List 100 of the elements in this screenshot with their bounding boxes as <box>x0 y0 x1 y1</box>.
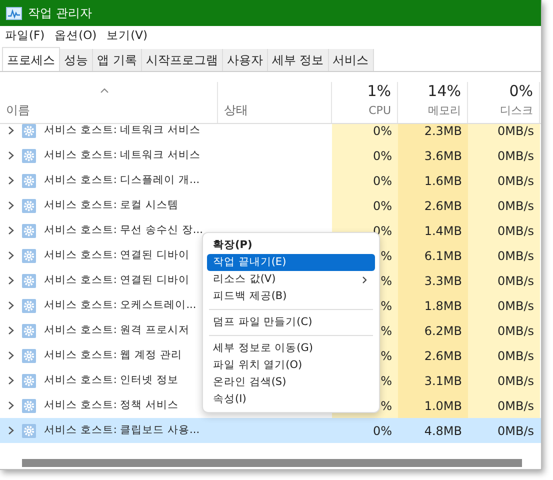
table-cell-text: 0MB/s <box>497 248 534 264</box>
chevron-right-icon[interactable] <box>8 326 14 335</box>
gear-icon <box>22 248 36 262</box>
process-row[interactable]: 서비스 호스트: 네트워크 서비스 0% 2.3MB 0MB/s <box>0 124 541 143</box>
chevron-right-icon[interactable] <box>8 251 14 260</box>
tab[interactable]: 세부 정보 <box>268 49 329 71</box>
table-cell-text: % <box>380 398 392 414</box>
table-cell-text: 0% <box>372 422 392 440</box>
chevron-right-icon[interactable] <box>8 426 14 435</box>
tab[interactable]: 프로세스 <box>2 47 60 71</box>
column-header[interactable]: 이름 <box>6 101 30 119</box>
table-cell-text: % <box>380 372 392 390</box>
process-name: 서비스 호스트: 연결된 디바이 <box>44 272 190 288</box>
column-header[interactable]: 메모리 <box>428 102 461 119</box>
table-cell-text: 1.8MB <box>424 298 462 314</box>
chevron-right-icon[interactable] <box>8 301 14 310</box>
chevron-right-icon <box>362 276 367 284</box>
process-name: 서비스 호스트: 클립보드 사용... <box>44 422 200 438</box>
table-cell-text: 2.6MB <box>424 198 462 214</box>
table-cell-text: 4.8MB <box>424 422 462 440</box>
context-menu-item[interactable]: 덤프 파일 만들기(C) <box>207 314 375 331</box>
table-cell-text: 0MB/s <box>497 222 534 240</box>
usage-percent: 14% <box>428 81 461 102</box>
tab[interactable]: 성능 <box>60 49 93 71</box>
table-cell-text: 2.6MB <box>424 348 462 364</box>
chevron-right-icon[interactable] <box>8 276 14 285</box>
gear-icon <box>22 348 36 362</box>
table-cell-text: 1.4MB <box>424 222 462 240</box>
gear-icon <box>22 148 36 162</box>
table-cell-text: 0MB/s <box>497 198 534 214</box>
gear-icon <box>22 124 36 138</box>
table-cell-text: 3.6MB <box>424 148 462 164</box>
app-icon <box>6 6 22 20</box>
window-title: 작업 관리자 <box>28 5 92 22</box>
table-cell-text: 0% <box>372 148 392 164</box>
table-cell-text: 0MB/s <box>497 272 534 290</box>
usage-percent: 0% <box>509 81 533 102</box>
table-cell-text: % <box>380 298 392 314</box>
table-cell-text: % <box>380 272 392 290</box>
process-name: 서비스 호스트: 무선 송수신 장... <box>44 222 203 238</box>
chevron-right-icon[interactable] <box>8 176 14 185</box>
column-header[interactable]: CPU <box>368 102 391 119</box>
chevron-right-icon[interactable] <box>8 401 14 410</box>
menu-item[interactable]: 옵션(O) <box>54 27 97 45</box>
tab[interactable]: 서비스 <box>328 49 374 71</box>
process-name: 서비스 호스트: 연결된 디바이 <box>44 248 190 263</box>
chevron-right-icon[interactable] <box>8 201 14 210</box>
tab[interactable]: 앱 기록 <box>93 49 142 71</box>
table-cell: 0% <box>372 124 392 140</box>
process-name: 서비스 호스트: 네트워크 서비스 <box>44 124 201 138</box>
column-header[interactable]: 상태 <box>224 101 248 119</box>
context-menu-item[interactable]: 리소스 값(V) <box>207 271 375 288</box>
process-name: 서비스 호스트: 오케스트레이... <box>44 298 196 313</box>
table-cell-text: 0% <box>372 172 392 190</box>
table-cell-text: 0MB/s <box>497 148 534 164</box>
table-cell-text: 6.1MB <box>424 248 462 264</box>
process-name: 서비스 호스트: 로컬 시스템 <box>44 198 179 213</box>
process-name: 서비스 호스트: 디스플레이 개... <box>44 172 200 188</box>
process-row[interactable]: 서비스 호스트: 클립보드 사용... 0% 4.8MB 0MB/s <box>0 418 541 443</box>
horizontal-scrollbar[interactable] <box>22 459 522 467</box>
tab[interactable]: 사용자 <box>222 49 268 71</box>
chevron-right-icon[interactable] <box>8 351 14 360</box>
tab[interactable]: 시작프로그램 <box>142 49 223 71</box>
chevron-right-icon[interactable] <box>8 126 14 135</box>
table-cell-text: % <box>380 322 392 340</box>
context-menu-item[interactable]: 파일 위치 열기(O) <box>207 357 375 374</box>
menu-item[interactable]: 파일(F) <box>5 27 45 45</box>
process-row[interactable]: 서비스 호스트: 로컬 시스템 0% 2.6MB 0MB/s <box>0 193 541 218</box>
chevron-right-icon[interactable] <box>8 376 14 385</box>
table-cell: 2.3MB <box>424 124 462 140</box>
gear-icon <box>22 424 36 438</box>
gear-icon <box>22 374 36 388</box>
gear-icon <box>22 224 36 238</box>
process-name: 서비스 호스트: 인터넷 정보 <box>44 372 179 388</box>
gear-icon <box>22 174 36 188</box>
menu-item[interactable]: 보기(V) <box>106 27 148 45</box>
table-cell-text: 0MB/s <box>497 322 534 340</box>
process-row[interactable]: 서비스 호스트: 네트워크 서비스 0% 3.6MB 0MB/s <box>0 143 541 168</box>
table-cell-text: 6.2MB <box>424 322 462 340</box>
table-cell-text: % <box>380 348 392 364</box>
context-menu-item[interactable]: 온라인 검색(S) <box>207 374 375 391</box>
gear-icon <box>22 274 36 288</box>
table-cell: 0MB/s <box>497 124 534 140</box>
process-name: 서비스 호스트: 네트워크 서비스 <box>44 148 201 163</box>
table-cell-text: 1.6MB <box>424 172 462 190</box>
column-header[interactable]: 디스크 <box>500 102 533 119</box>
gear-icon <box>22 324 36 338</box>
table-cell-text: 0% <box>372 198 392 214</box>
chevron-right-icon[interactable] <box>8 151 14 160</box>
chevron-right-icon[interactable] <box>8 226 14 235</box>
context-menu-item[interactable]: 작업 끝내기(E) <box>207 254 375 271</box>
table-cell-text: 0MB/s <box>497 422 534 440</box>
usage-percent: 1% <box>367 81 391 102</box>
context-menu-item[interactable]: 속성(I) <box>207 391 375 408</box>
process-row[interactable]: 서비스 호스트: 디스플레이 개... 0% 1.6MB 0MB/s <box>0 168 541 193</box>
table-cell-text: 0MB/s <box>497 298 534 314</box>
gear-icon <box>22 398 36 412</box>
process-name: 서비스 호스트: 웹 계정 관리 <box>44 348 182 363</box>
context-menu-item[interactable]: 피드백 제공(B) <box>207 288 375 305</box>
context-menu-item[interactable]: 세부 정보로 이동(G) <box>207 340 375 357</box>
